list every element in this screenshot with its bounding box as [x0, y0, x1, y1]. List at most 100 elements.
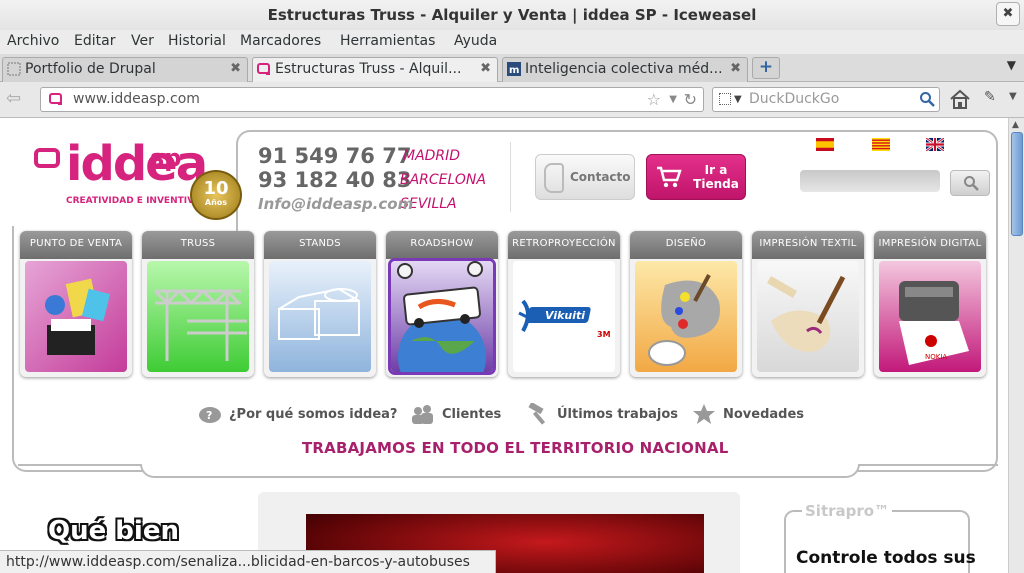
url-bar[interactable]: www.iddeasp.com ☆ ▼ ↻ [40, 87, 704, 112]
tab-inteligencia-colectiva[interactable]: m Inteligencia colectiva méd... ✖ [502, 57, 748, 82]
tab-close-icon[interactable]: ✖ [730, 58, 741, 80]
category-impresion-textil[interactable]: IMPRESIÓN TEXTIL [752, 231, 864, 377]
category-label: IMPRESIÓN DIGITAL [874, 231, 986, 259]
category-image [391, 261, 493, 372]
category-impresion-digital[interactable]: IMPRESIÓN DIGITAL NOKIA [874, 231, 986, 377]
new-tab-button[interactable]: + [752, 57, 780, 79]
phone-madrid[interactable]: 91 549 76 77 [258, 144, 411, 168]
menu-archivo[interactable]: Archivo [7, 33, 59, 49]
url-text: www.iddeasp.com [73, 91, 200, 107]
logo-word: iddea [66, 136, 208, 192]
logo-sp: sp [150, 144, 182, 172]
url-dropdown-icon[interactable]: ▼ [669, 88, 677, 111]
window-title: Estructuras Truss - Alquiler y Venta | i… [267, 6, 757, 24]
scrollbar-thumb[interactable] [1011, 132, 1023, 236]
window-titlebar: Estructuras Truss - Alquiler y Venta | i… [0, 0, 1024, 30]
catalan-flag-icon[interactable] [872, 138, 890, 151]
category-image [269, 261, 371, 372]
hammer-icon [528, 403, 546, 425]
home-icon[interactable] [948, 88, 972, 110]
iddea-favicon-icon [257, 63, 270, 75]
city-madrid: MADRID [403, 148, 461, 164]
uk-flag-icon[interactable] [926, 138, 944, 151]
anniversary-number: 10 [203, 178, 229, 199]
iddea-favicon-icon [49, 93, 62, 105]
engine-dropdown-icon[interactable]: ▼ [734, 88, 742, 111]
logo-mark-icon [34, 148, 60, 168]
quick-link-ultimos-trabajos[interactable]: Últimos trabajos [528, 403, 679, 425]
tab-close-icon[interactable]: ✖ [230, 58, 241, 80]
category-image: NOKIA [879, 261, 981, 372]
section-divider-tab [140, 464, 860, 478]
category-roadshow[interactable]: ROADSHOW [386, 231, 498, 377]
reload-icon[interactable]: ↻ [684, 88, 697, 111]
tab-label: Portfolio de Drupal [25, 61, 156, 77]
cloud-question-icon: ? [199, 407, 221, 423]
back-arrow-icon[interactable]: ⇦ [6, 88, 21, 109]
menu-ayuda[interactable]: Ayuda [454, 33, 497, 49]
logo-slogan: CREATIVIDAD E INVENTIVA [66, 196, 201, 206]
bookmark-star-icon[interactable]: ☆ [647, 88, 661, 111]
toolbar-dropdown-icon[interactable]: ▼ [1009, 91, 1017, 102]
svg-text:?: ? [206, 409, 212, 422]
tagline: TRABAJAMOS EN TODO EL TERRITORIO NACIONA… [302, 439, 729, 457]
page-content: iddea sp CREATIVIDAD E INVENTIVA 10 Años… [0, 118, 1008, 573]
tools-icon[interactable]: ✎ [984, 89, 996, 105]
contact-button[interactable]: Contacto [535, 154, 635, 200]
search-icon[interactable] [919, 91, 935, 107]
tab-close-icon[interactable]: ✖ [480, 58, 491, 80]
tab-estructuras-truss[interactable]: Estructuras Truss - Alquil... ✖ [252, 57, 498, 83]
svg-text:Vikuiti: Vikuiti [545, 309, 585, 322]
tab-portfolio-drupal[interactable]: Portfolio de Drupal ✖ [2, 57, 248, 82]
people-icon [412, 405, 433, 424]
menu-marcadores[interactable]: Marcadores [240, 33, 321, 49]
store-button[interactable]: Ir a Tienda [646, 154, 746, 200]
window-close-button[interactable]: ✖ [996, 2, 1020, 26]
search-bar[interactable]: ▼ DuckDuckGo [712, 87, 940, 112]
contact-label: Contacto [570, 170, 631, 184]
category-retroproyeccion[interactable]: RETROPROYECCIÓN Vikuiti 3M [508, 231, 620, 377]
category-label: PUNTO DE VENTA [20, 231, 132, 259]
menu-herramientas[interactable]: Herramientas [340, 33, 435, 49]
search-placeholder: DuckDuckGo [749, 91, 840, 107]
menu-historial[interactable]: Historial [168, 33, 226, 49]
menu-ver[interactable]: Ver [131, 33, 154, 49]
site-search-button[interactable] [950, 170, 990, 196]
category-truss[interactable]: TRUSS [142, 231, 254, 377]
sitrapro-box: Sitrapro™ Controle todos sus [784, 502, 976, 573]
shopping-cart-icon [657, 166, 682, 188]
site-search-input[interactable] [800, 170, 940, 192]
quick-link-novedades[interactable]: Novedades [693, 404, 804, 424]
spanish-flag-icon[interactable] [816, 138, 834, 151]
tab-list-chevron-icon[interactable]: ▼ [1007, 58, 1016, 72]
search-icon [964, 176, 979, 191]
category-diseno[interactable]: DISEÑO [630, 231, 742, 377]
menu-bar: Archivo Editar Ver Historial Marcadores … [0, 30, 1024, 54]
scroll-up-icon[interactable]: ▲ [1012, 120, 1019, 130]
contact-email[interactable]: Info@iddeasp.com [258, 195, 413, 213]
quick-link-clientes[interactable]: Clientes [412, 405, 502, 424]
category-punto-de-venta[interactable]: PUNTO DE VENTA [20, 231, 132, 377]
tab-label: Inteligencia colectiva méd... [525, 61, 723, 77]
category-label: RETROPROYECCIÓN [508, 231, 620, 259]
phone-barcelona[interactable]: 93 182 40 83 [258, 168, 411, 192]
vertical-scrollbar[interactable]: ▲ [1008, 118, 1024, 573]
category-image [757, 261, 859, 372]
anniversary-badge: 10 Años [190, 170, 242, 220]
menu-editar[interactable]: Editar [74, 33, 115, 49]
quick-link-label: ¿Por qué somos iddea? [229, 407, 398, 422]
sitrapro-title: Sitrapro™ [802, 502, 893, 520]
category-label: ROADSHOW [386, 231, 498, 259]
svg-text:3M: 3M [597, 330, 611, 339]
city-barcelona: BARCELONA [400, 172, 486, 188]
sitrapro-body: Controle todos sus [796, 548, 976, 568]
tab-bar: Portfolio de Drupal ✖ Estructuras Truss … [0, 54, 1024, 83]
quick-link-por-que[interactable]: ? ¿Por qué somos iddea? [199, 407, 398, 423]
search-engine-icon[interactable] [719, 93, 731, 105]
category-image: Vikuiti 3M [513, 261, 615, 372]
promo-heading: Qué bien [48, 516, 179, 546]
store-label: Ir a Tienda [693, 163, 739, 191]
quick-link-label: Clientes [442, 407, 502, 422]
quick-link-label: Últimos trabajos [557, 407, 679, 422]
category-stands[interactable]: STANDS [264, 231, 376, 377]
